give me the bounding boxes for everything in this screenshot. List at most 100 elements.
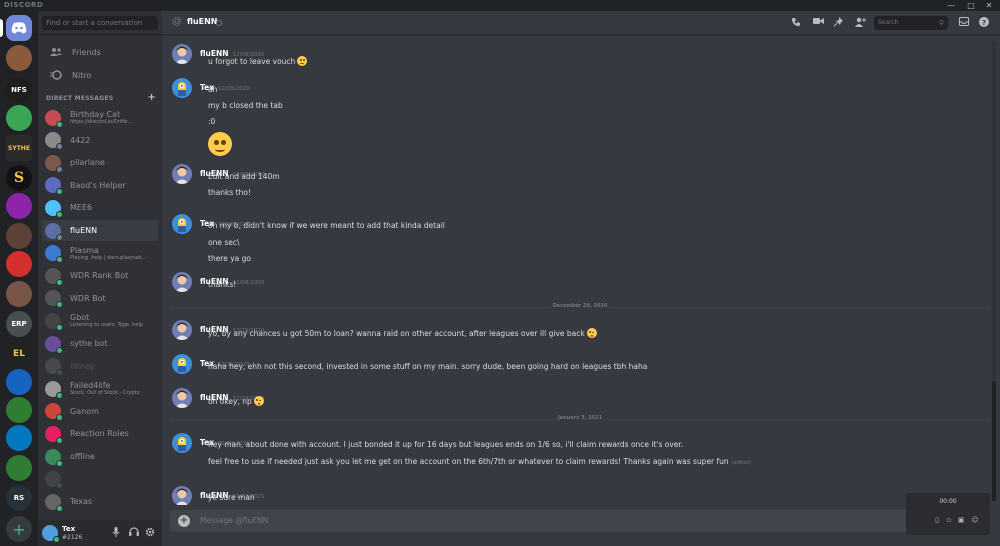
sticker-icon[interactable]: ▣	[956, 516, 966, 524]
message-avatar[interactable]	[172, 78, 192, 98]
server-icon-15[interactable]	[6, 455, 32, 481]
dm-item[interactable]: Birthday Cat https://discord.io/Orifle...	[42, 107, 158, 128]
dm-text: MEE6	[70, 203, 92, 212]
server-icon-7[interactable]	[6, 223, 32, 249]
headphones-icon[interactable]	[128, 527, 140, 539]
dm-item[interactable]: Texas	[42, 491, 158, 512]
settings-gear-icon[interactable]	[144, 527, 156, 539]
dm-item[interactable]: Gbot Listening to users. Type .help	[42, 310, 158, 331]
message-avatar[interactable]	[172, 214, 192, 234]
pinned-messages-icon[interactable]	[833, 17, 845, 29]
maximize-icon[interactable]: □	[962, 0, 980, 11]
help-icon[interactable]: ?	[978, 17, 990, 29]
avatar	[45, 358, 63, 377]
message-search-input[interactable]: Search ⚲	[874, 16, 948, 30]
message-avatar[interactable]	[172, 320, 192, 340]
message-avatar[interactable]	[172, 486, 192, 505]
smile-emoji-icon	[297, 56, 308, 66]
emoji-picker-icon[interactable]: ☺	[970, 516, 980, 524]
add-server-button[interactable]: +	[6, 516, 32, 542]
dm-item[interactable]	[42, 469, 158, 490]
message-avatar[interactable]	[172, 433, 192, 453]
server-icon-1[interactable]	[6, 45, 32, 71]
microphone-icon[interactable]	[110, 527, 122, 539]
message-content: my b closed the tab	[208, 101, 283, 110]
inbox-icon[interactable]	[958, 17, 970, 29]
dm-item[interactable]: MEE6	[42, 197, 158, 218]
dm-item[interactable]: offline	[42, 446, 158, 467]
message-avatar[interactable]	[172, 44, 192, 64]
video-call-icon[interactable]	[812, 17, 824, 29]
server-icon-10[interactable]: ERP	[6, 311, 32, 337]
dm-item[interactable]: Reaction Roles	[42, 423, 158, 444]
status-indicator	[56, 278, 63, 286]
server-icon-16[interactable]: RS	[6, 485, 32, 511]
server-icon-6[interactable]	[6, 193, 32, 219]
dm-name: Failed4life	[70, 381, 111, 391]
gif-icon[interactable]: ▫	[944, 516, 954, 524]
server-icon-2[interactable]: NFS	[6, 77, 32, 103]
message-input[interactable]: Message @fluENN	[200, 516, 268, 525]
server-icon-3[interactable]	[6, 105, 32, 131]
avatar	[45, 132, 63, 151]
avatar	[45, 290, 63, 309]
title-bar: DISCORD — □ ✕	[0, 0, 1000, 11]
dm-item[interactable]: Baod's Helper	[42, 175, 158, 196]
message-avatar[interactable]	[172, 388, 192, 408]
dm-item[interactable]: WDR Rank Bot	[42, 265, 158, 286]
message-avatar[interactable]	[172, 272, 192, 292]
scrollbar-thumb[interactable]	[992, 381, 996, 501]
recording-overlay: 00:00 ▯ ▫ ▣ ☺	[906, 493, 990, 535]
avatar	[45, 245, 63, 264]
message-composer[interactable]: + Message @fluENN	[170, 510, 990, 532]
message-content: :0	[208, 117, 215, 126]
avatar	[45, 267, 63, 286]
message-text: Edit and add 140m	[208, 172, 280, 181]
avatar	[45, 312, 63, 331]
conversation-search-input[interactable]: Find or start a conversation	[42, 16, 158, 30]
message-avatar[interactable]	[172, 164, 192, 184]
add-friend-icon[interactable]	[854, 17, 866, 29]
nav-friends[interactable]: Friends	[42, 43, 158, 61]
message-text: my b closed the tab	[208, 101, 283, 110]
server-icon-5[interactable]: S	[6, 165, 32, 191]
server-icon-14[interactable]	[6, 425, 32, 451]
avatar	[45, 109, 63, 128]
message-text: :0	[208, 117, 216, 126]
dm-item[interactable]: Ganom	[42, 401, 158, 422]
dm-name: Winey	[70, 361, 95, 371]
dm-item[interactable]: WDR Bot	[42, 288, 158, 309]
dm-item[interactable]: Winey	[42, 356, 158, 377]
server-icon-8[interactable]	[6, 251, 32, 277]
dm-item[interactable]: sythe bot	[42, 333, 158, 354]
home-button[interactable]	[6, 15, 32, 41]
message-scrollbar[interactable]	[992, 41, 996, 501]
dm-item[interactable]: Failed4life Stock: Out of Stock - Crypto	[42, 378, 158, 399]
dm-item[interactable]: pilarlane	[42, 152, 158, 173]
close-icon[interactable]: ✕	[980, 0, 998, 11]
server-icon-4[interactable]: SYTHE	[6, 135, 32, 161]
upload-plus-icon[interactable]: +	[178, 515, 190, 527]
dm-item[interactable]: 4422	[42, 130, 158, 151]
server-icon-13[interactable]	[6, 397, 32, 423]
dm-name: Ganom	[70, 406, 99, 416]
edited-marker: (edited)	[731, 460, 752, 466]
dm-name: Gbot	[70, 313, 90, 323]
user-avatar[interactable]	[42, 525, 60, 543]
voice-call-icon[interactable]	[790, 17, 802, 29]
minimize-icon[interactable]: —	[942, 0, 960, 11]
server-icon-11[interactable]: EL	[6, 341, 32, 367]
gift-icon[interactable]: ▯	[932, 516, 942, 524]
message-text: feel free to use if needed just ask you …	[208, 457, 729, 466]
dm-text: Baod's Helper	[70, 181, 126, 190]
dm-item[interactable]: fluENN	[42, 220, 158, 241]
dm-text: WDR Bot	[70, 294, 106, 303]
dm-activity: Playing .help | docs.plasmab...	[70, 254, 147, 261]
server-icon-9[interactable]	[6, 281, 32, 307]
create-dm-icon[interactable]: +	[147, 92, 156, 103]
dm-item[interactable]: Plasma Playing .help | docs.plasmab...	[42, 243, 158, 264]
message-avatar[interactable]	[172, 354, 192, 374]
message-text: oh my b, didn't know if we were meant to…	[208, 221, 445, 230]
nav-nitro[interactable]: Nitro	[42, 66, 158, 84]
server-icon-12[interactable]	[6, 369, 32, 395]
